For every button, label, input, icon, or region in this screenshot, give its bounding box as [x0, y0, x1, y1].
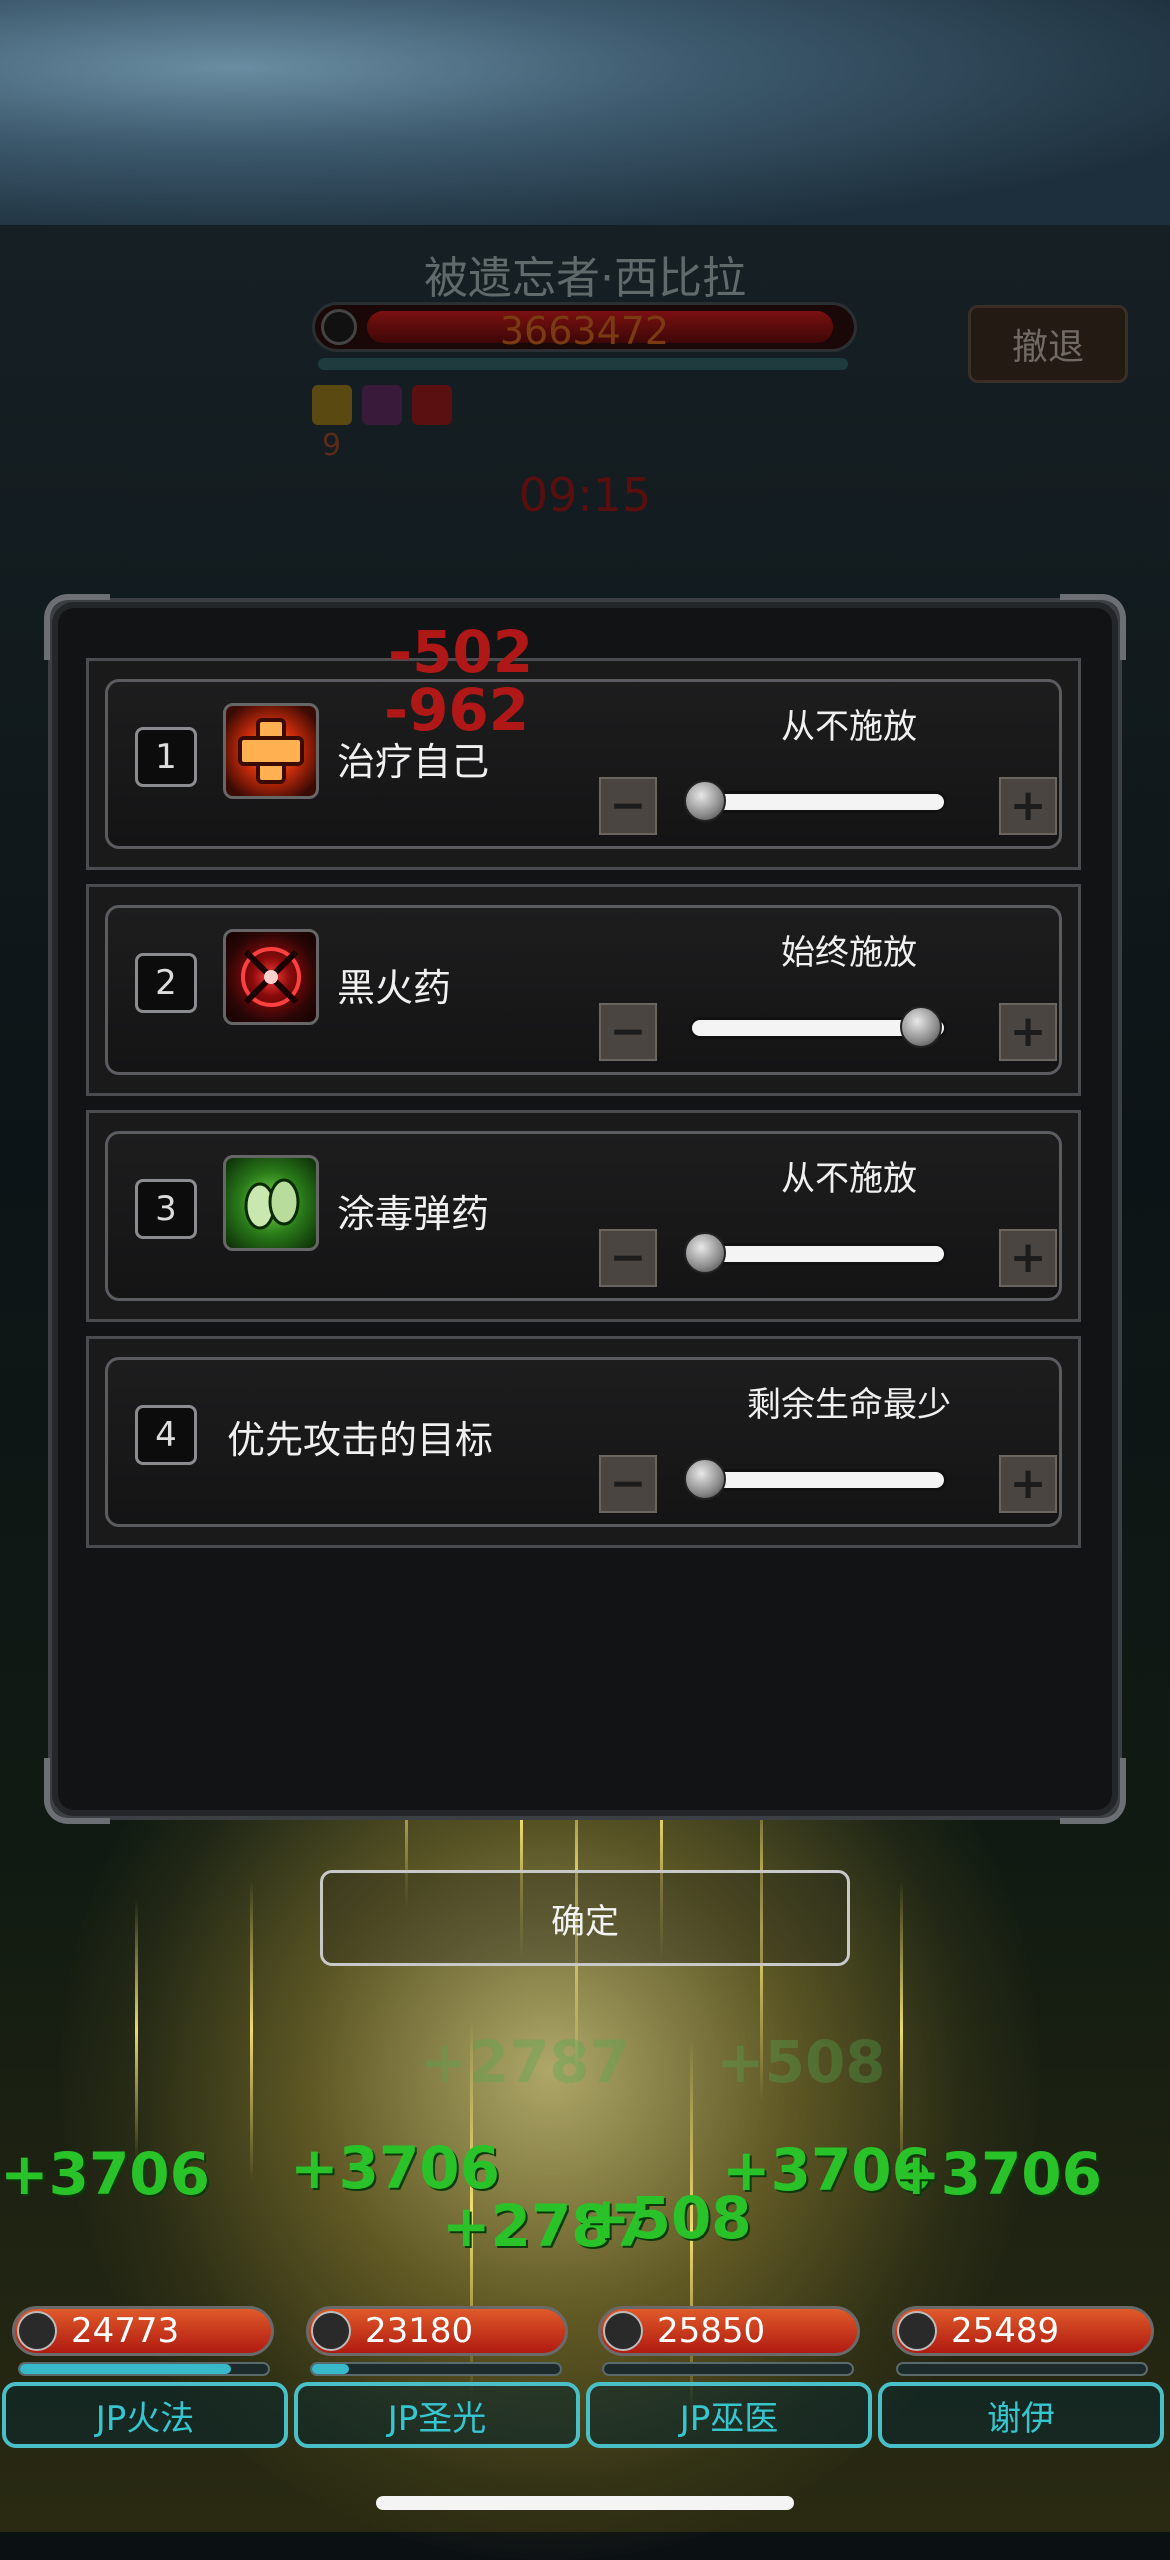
- setting-mode-label: 剩余生命最少: [747, 1385, 951, 1425]
- setting-mode-label: 始终施放: [781, 933, 917, 973]
- setting-mode-label: 从不施放: [781, 707, 917, 747]
- fire-buff-icon: [412, 385, 452, 425]
- increase-button[interactable]: +: [999, 1229, 1057, 1287]
- setting-row-1: 1 治疗自己 从不施放 − +: [86, 658, 1081, 870]
- heal-popup: +3706: [0, 2140, 211, 2208]
- setting-name: 优先攻击的目标: [227, 1418, 494, 1462]
- poison-ammo-icon: [223, 1155, 319, 1251]
- heal-popup: +508: [582, 2184, 752, 2252]
- light-ray: [250, 1880, 253, 2180]
- panel-corner-ornament: [1060, 1758, 1126, 1824]
- buff-icon: [312, 385, 352, 425]
- cast-frequency-slider[interactable]: [684, 780, 947, 822]
- buff-stack-count: 9: [322, 428, 342, 463]
- party-member-button[interactable]: JP巫医: [586, 2382, 872, 2448]
- minus-icon: −: [609, 1006, 647, 1057]
- heal-popup: +3706: [892, 2140, 1103, 2208]
- party-member-hp: 25489: [892, 2306, 1154, 2356]
- sword-icon: [897, 2311, 937, 2351]
- party-member-mp: [310, 2362, 562, 2376]
- setting-row-2: 2 黑火药 始终施放 − +: [86, 884, 1081, 1096]
- setting-index: 3: [135, 1179, 197, 1239]
- slider-knob[interactable]: [900, 1006, 942, 1048]
- party-member-hp: 25850: [598, 2306, 860, 2356]
- panel-corner-ornament: [1060, 594, 1126, 660]
- sky-backdrop: [0, 0, 1170, 225]
- increase-button[interactable]: +: [999, 1003, 1057, 1061]
- party-member-hp: 23180: [306, 2306, 568, 2356]
- party-member-button[interactable]: JP圣光: [294, 2382, 580, 2448]
- confirm-button[interactable]: 确定: [320, 1870, 850, 1966]
- setting-row-3: 3 涂毒弹药 从不施放 − +: [86, 1110, 1081, 1322]
- damage-popup: -962: [384, 676, 530, 744]
- boss-hp-value: 3663472: [499, 309, 670, 353]
- setting-index: 1: [135, 727, 197, 787]
- light-ray: [135, 1900, 138, 2160]
- sword-icon: [311, 2311, 351, 2351]
- minus-icon: −: [609, 780, 647, 831]
- party-member-button[interactable]: JP火法: [2, 2382, 288, 2448]
- light-ray: [900, 1880, 903, 2180]
- debuff-icon: [362, 385, 402, 425]
- plus-icon: +: [1009, 1458, 1047, 1509]
- increase-button[interactable]: +: [999, 777, 1057, 835]
- party-member-mp: [18, 2362, 270, 2376]
- plus-icon: +: [1009, 1232, 1047, 1283]
- cast-frequency-slider[interactable]: [689, 1006, 947, 1048]
- party-member-mp: [896, 2362, 1148, 2376]
- heal-popup: +2787: [420, 2028, 631, 2096]
- decrease-button[interactable]: −: [599, 1229, 657, 1287]
- decrease-button[interactable]: −: [599, 1003, 657, 1061]
- heal-popup: +508: [716, 2028, 886, 2096]
- black-powder-icon: [223, 929, 319, 1025]
- slider-knob[interactable]: [684, 780, 726, 822]
- setting-name: 黑火药: [337, 966, 452, 1010]
- slider-knob[interactable]: [684, 1458, 726, 1500]
- minus-icon: −: [609, 1232, 647, 1283]
- heal-cross-icon: [223, 703, 319, 799]
- setting-row-4: 4 优先攻击的目标 剩余生命最少 − +: [86, 1336, 1081, 1548]
- sword-icon: [17, 2311, 57, 2351]
- decrease-button[interactable]: −: [599, 777, 657, 835]
- decrease-button[interactable]: −: [599, 1455, 657, 1513]
- plus-icon: +: [1009, 780, 1047, 831]
- retreat-button[interactable]: 撤退: [968, 305, 1128, 383]
- cast-frequency-slider[interactable]: [684, 1232, 947, 1274]
- setting-name: 涂毒弹药: [337, 1192, 490, 1236]
- minus-icon: −: [609, 1458, 647, 1509]
- setting-index: 2: [135, 953, 197, 1013]
- party-member-mp: [602, 2362, 854, 2376]
- setting-index: 4: [135, 1405, 197, 1465]
- setting-mode-label: 从不施放: [781, 1159, 917, 1199]
- target-priority-slider[interactable]: [684, 1458, 947, 1500]
- party-member-button[interactable]: 谢伊: [878, 2382, 1164, 2448]
- slider-knob[interactable]: [684, 1232, 726, 1274]
- increase-button[interactable]: +: [999, 1455, 1057, 1513]
- panel-corner-ornament: [44, 594, 110, 660]
- panel-corner-ornament: [44, 1758, 110, 1824]
- plus-icon: +: [1009, 1006, 1047, 1057]
- boss-secondary-bar: [318, 358, 848, 370]
- home-indicator[interactable]: [376, 2496, 794, 2510]
- boss-hp-bar: 3663472: [312, 302, 857, 353]
- boss-name: 被遗忘者·西比拉: [424, 253, 746, 304]
- battle-timer: 09:15: [518, 468, 652, 522]
- sword-icon: [603, 2311, 643, 2351]
- party-member-hp: 24773: [12, 2306, 274, 2356]
